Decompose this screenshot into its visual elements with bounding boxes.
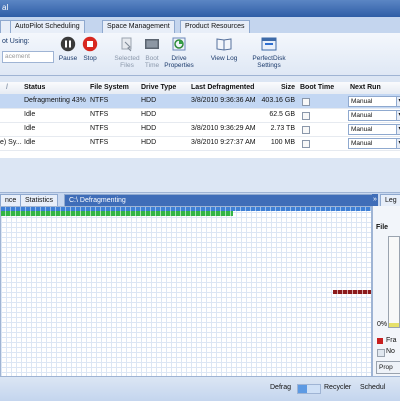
row-type: HDD xyxy=(141,97,157,104)
next-run-select[interactable]: Manual xyxy=(348,124,398,135)
next-run-select[interactable]: Manual xyxy=(348,96,398,107)
boot-time-label: Boot Time xyxy=(144,55,160,69)
row-size: 2.73 TB xyxy=(270,125,295,132)
row-fs: NTFS xyxy=(90,139,109,146)
tab-space-management[interactable]: Space Management xyxy=(102,20,175,33)
empty-pane xyxy=(0,158,400,192)
col-status[interactable]: Status xyxy=(24,82,45,94)
boot-time-checkbox[interactable] xyxy=(302,112,310,120)
row-last: 3/8/2010 9:36:29 AM xyxy=(191,125,256,132)
boot-time-checkbox[interactable] xyxy=(302,98,310,106)
next-run-select[interactable]: Manual xyxy=(348,138,398,149)
ribbon: ot Using: acement Pause Stop Selected Fi… xyxy=(0,33,400,76)
row-size: 62.5 GB xyxy=(269,111,295,118)
defrag-method-select[interactable]: acement xyxy=(2,51,54,63)
row-last: 3/8/2010 9:27:37 AM xyxy=(191,139,256,146)
row-type: HDD xyxy=(141,125,157,132)
stop-label: Stop xyxy=(83,55,97,62)
view-log-button[interactable]: View Log xyxy=(210,36,238,62)
status-recycler[interactable]: Recycler xyxy=(320,382,355,394)
table-row[interactable]: Idle NTFS HDD 3/8/2010 9:36:29 AM 2.73 T… xyxy=(0,122,400,137)
boot-time-icon xyxy=(145,39,159,49)
drive-properties-label: Drive Properties xyxy=(164,55,194,69)
tab-product-resources[interactable]: Product Resources xyxy=(180,20,250,33)
chevron-down-icon[interactable]: ▾ xyxy=(396,138,400,149)
next-run-select[interactable]: Manual xyxy=(348,110,398,121)
row-drive-name-partial: e) Sy... xyxy=(0,139,22,146)
selected-files-label: Selected Files xyxy=(114,55,140,69)
map-fragmented-strip xyxy=(333,290,371,294)
row-status: Idle xyxy=(24,125,36,132)
legend-file-label: File xyxy=(376,224,389,231)
status-defrag[interactable]: Defrag xyxy=(266,382,295,394)
stop-button[interactable]: Stop xyxy=(80,36,100,62)
col-drive-type[interactable]: Drive Type xyxy=(141,82,176,94)
chevron-down-icon[interactable]: ▾ xyxy=(396,124,400,135)
status-bar: Defrag Recycler Schedul xyxy=(0,376,400,401)
tab-bar: AutoPilot Scheduling Space Management Pr… xyxy=(0,17,400,34)
row-type: HDD xyxy=(141,111,157,118)
pause-button[interactable]: Pause xyxy=(58,36,78,62)
row-size: 403.16 GB xyxy=(261,97,295,104)
settings-window-icon xyxy=(261,37,277,51)
row-status: Idle xyxy=(24,111,36,118)
file-gauge xyxy=(388,236,400,328)
row-size: 100 MB xyxy=(270,139,295,146)
row-type: HDD xyxy=(141,139,157,146)
title-bar: al xyxy=(0,0,400,17)
non-fragmented-color-icon xyxy=(377,349,385,357)
row-fs: NTFS xyxy=(90,97,109,104)
boot-time-checkbox[interactable] xyxy=(302,126,310,134)
defrag-method-label: ot Using: xyxy=(2,38,30,45)
collapse-legend-icon[interactable]: » xyxy=(372,194,378,206)
legend-panel: File 0% Fra No Prop xyxy=(372,206,400,376)
col-next-run[interactable]: Next Run xyxy=(350,82,381,94)
window-title: al xyxy=(2,3,9,12)
drive-properties-icon xyxy=(172,37,186,51)
boot-time-checkbox[interactable] xyxy=(302,140,310,148)
row-fs: NTFS xyxy=(90,111,109,118)
row-last: 3/8/2010 9:36:36 AM xyxy=(191,97,256,104)
drive-properties-button[interactable]: Drive Properties xyxy=(164,36,194,69)
pause-icon xyxy=(60,36,76,52)
map-free-space-strip xyxy=(1,211,233,216)
defrag-progress-fill xyxy=(298,385,308,393)
perfectdisk-settings-label: PerfectDisk Settings xyxy=(252,55,286,69)
lower-tab-bar: nce Statistics C:\ Defragmenting » Leg xyxy=(0,192,400,207)
drive-grid: / Status File System Drive Type Last Def… xyxy=(0,82,400,158)
table-row[interactable]: Idle NTFS HDD 62.5 GB Manual ▾ xyxy=(0,108,400,123)
row-status: Idle xyxy=(24,139,36,146)
tab-autopilot-scheduling[interactable]: AutoPilot Scheduling xyxy=(10,20,85,33)
view-log-label: View Log xyxy=(210,55,238,62)
selected-files-button[interactable]: Selected Files xyxy=(114,36,140,69)
boot-time-button[interactable]: Boot Time xyxy=(142,36,162,69)
fragmented-color-icon xyxy=(377,338,383,344)
legend-fragmented-label: Fra xyxy=(386,337,397,344)
col-last-defragmented[interactable]: Last Defragmented xyxy=(191,82,254,94)
status-scheduler[interactable]: Schedul xyxy=(356,382,389,394)
legend-non-fragmented-label: No xyxy=(386,348,395,355)
drive-map xyxy=(0,206,372,378)
row-status: Defragmenting 43% xyxy=(24,97,86,104)
table-row[interactable]: Defragmenting 43% NTFS HDD 3/8/2010 9:36… xyxy=(0,94,400,109)
pause-label: Pause xyxy=(58,55,78,62)
selected-files-icon xyxy=(121,37,132,52)
chevron-down-icon[interactable]: ▾ xyxy=(396,110,400,121)
chevron-down-icon[interactable]: ▾ xyxy=(396,96,400,107)
table-row[interactable]: e) Sy... Idle NTFS HDD 3/8/2010 9:27:37 … xyxy=(0,136,400,151)
file-gauge-fill xyxy=(389,323,399,327)
stop-icon xyxy=(82,36,98,52)
row-fs: NTFS xyxy=(90,125,109,132)
defrag-progress-bar xyxy=(297,384,321,394)
col-size[interactable]: Size xyxy=(281,82,295,94)
perfectdisk-settings-button[interactable]: PerfectDisk Settings xyxy=(240,36,298,69)
book-icon xyxy=(216,38,232,51)
column-divider-icon: / xyxy=(6,84,8,91)
legend-percent: 0% xyxy=(377,321,388,328)
col-file-system[interactable]: File System xyxy=(90,82,129,94)
properties-button[interactable]: Prop xyxy=(376,361,400,374)
col-boot-time[interactable]: Boot Time xyxy=(300,82,334,94)
